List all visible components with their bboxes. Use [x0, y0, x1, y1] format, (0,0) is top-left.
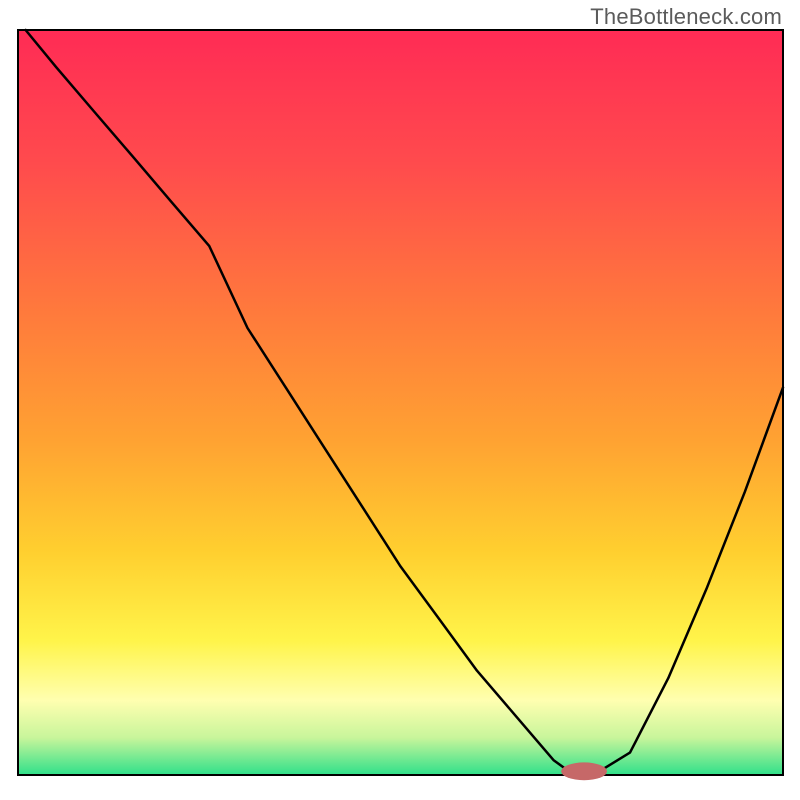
- watermark-text: TheBottleneck.com: [590, 4, 782, 30]
- optimal-marker: [561, 762, 607, 780]
- chart-container: TheBottleneck.com: [0, 0, 800, 800]
- plot-background: [18, 30, 783, 775]
- bottleneck-chart: [0, 0, 800, 800]
